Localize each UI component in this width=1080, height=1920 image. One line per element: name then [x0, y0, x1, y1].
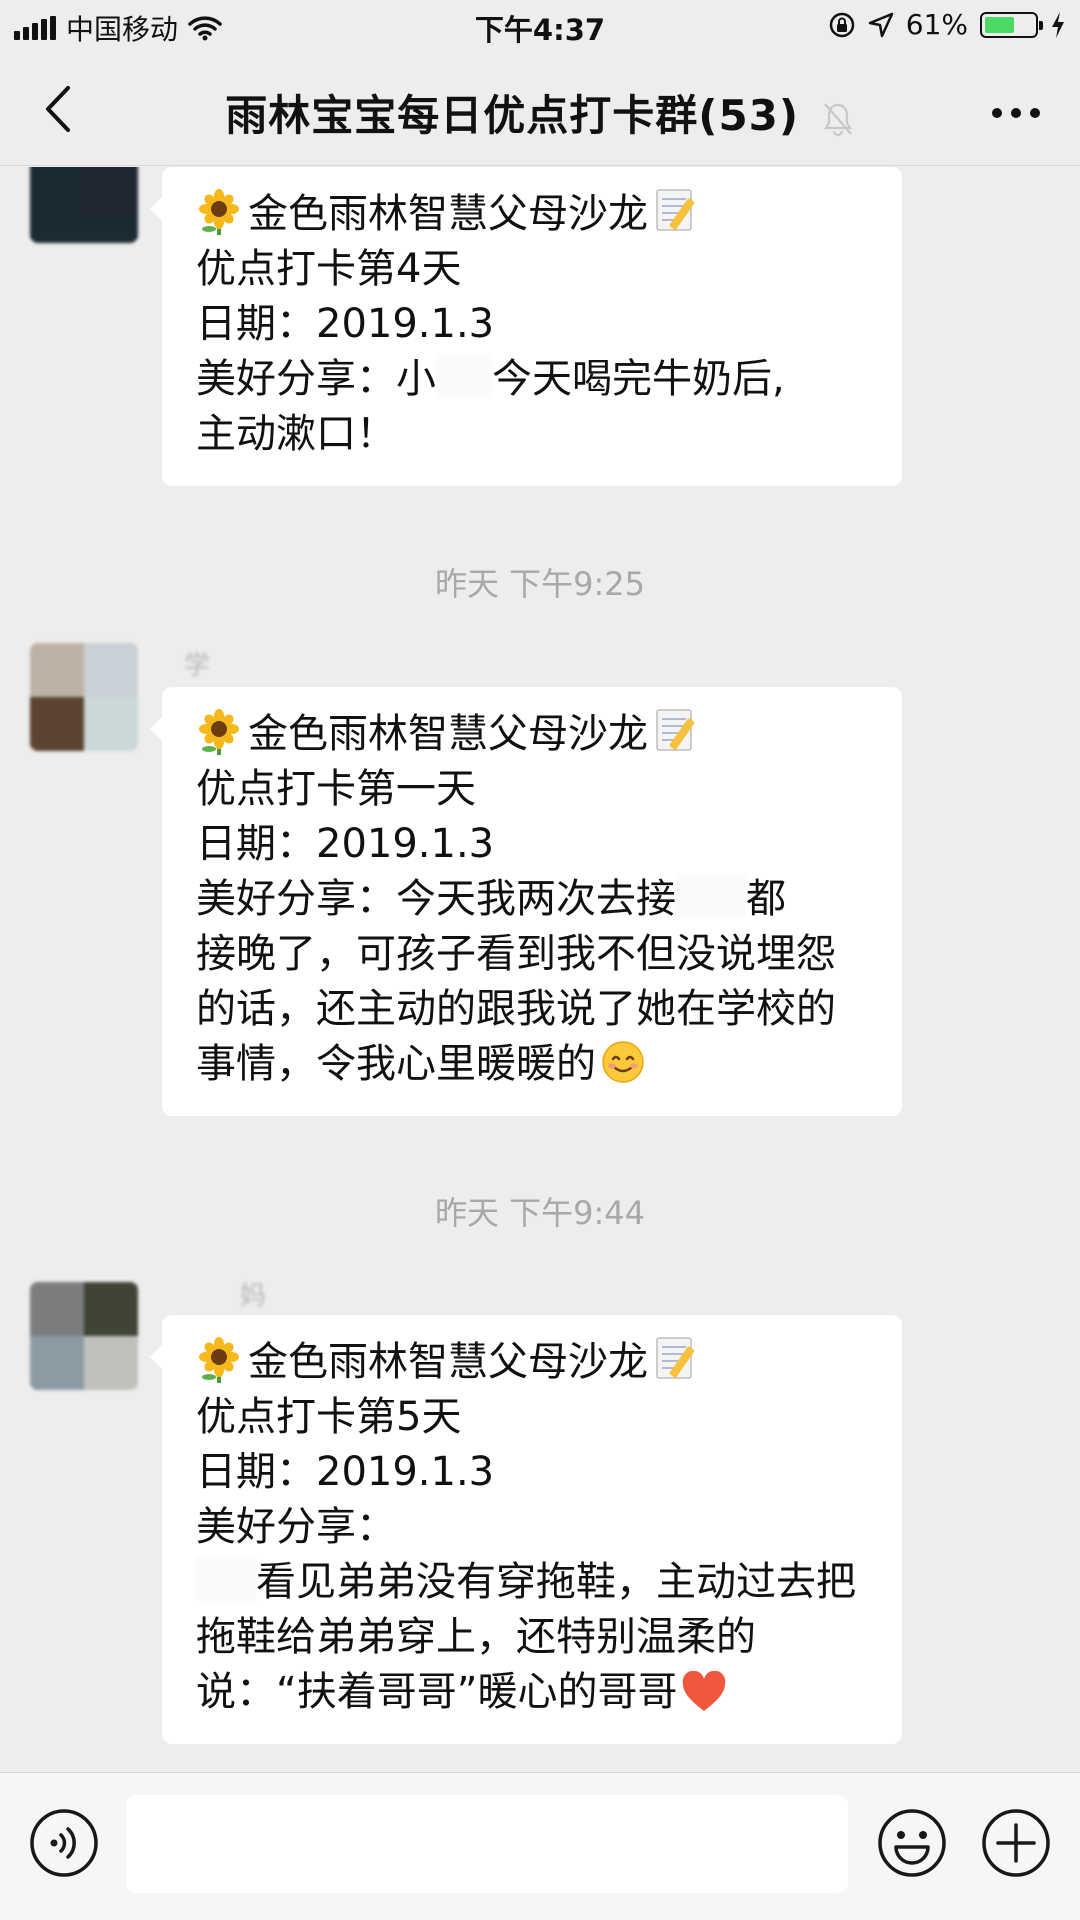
message-share-body: 看见弟弟没有穿拖鞋，主动过去把拖鞋给弟弟穿上，还特别温柔的说：“扶着哥哥”暖心的… [196, 1555, 874, 1720]
input-bar [0, 1772, 1080, 1920]
message-list[interactable]: 金色雨林智慧父母沙龙 优点打卡第4天 日期：2019.1.3 美好分享：小 今天喝… [0, 167, 1080, 1772]
redacted-name [196, 1557, 256, 1601]
battery-icon [980, 11, 1043, 38]
message-share-text: 美好分享：今天我两次去接 [196, 876, 676, 922]
message-share-end: 主动漱口！ [196, 411, 396, 457]
message-header-text: 金色雨林智慧父母沙龙 [248, 1339, 648, 1385]
chat-header: 雨林宝宝每日优点打卡群(53) [0, 52, 1080, 166]
plus-icon[interactable] [980, 1807, 1052, 1879]
avatar[interactable] [30, 643, 138, 751]
emoji-icon[interactable] [876, 1807, 948, 1879]
memo-icon [656, 1337, 695, 1379]
sender-name: 学 [184, 651, 211, 681]
memo-icon [656, 709, 695, 751]
timestamp: 昨天 下午9:25 [434, 565, 646, 603]
redacted-name [676, 874, 746, 918]
avatar[interactable] [30, 167, 138, 243]
message-header-text: 金色雨林智慧父母沙龙 [248, 191, 648, 237]
message-header: 金色雨林智慧父母沙龙 [196, 1335, 874, 1390]
message-share-text: 都 [746, 876, 786, 922]
redacted-name [436, 354, 492, 398]
message-bubble[interactable]: 金色雨林智慧父母沙龙 优点打卡第4天 日期：2019.1.3 美好分享：小 今天喝… [150, 167, 902, 486]
sunflower-icon [199, 189, 239, 235]
more-icon[interactable] [992, 108, 1040, 118]
message-day: 优点打卡第5天 [196, 1394, 462, 1440]
timestamp: 昨天 下午9:44 [434, 1194, 646, 1232]
message-share-line: 美好分享：今天我两次去接 都 [196, 872, 874, 927]
message-share-text: 今天喝完牛奶后, [492, 356, 785, 402]
memo-icon [656, 189, 695, 231]
sunflower-icon [199, 709, 239, 755]
orientation-lock-icon [829, 12, 855, 37]
message-share-body: 接晚了，可孩子看到我不但没说埋怨的话，还主动的跟我说了她在学校的事情，令我心里暖… [196, 927, 874, 1092]
bell-muted-icon [823, 102, 852, 136]
message-date: 日期：2019.1.3 [196, 821, 495, 867]
charging-icon [1052, 11, 1064, 38]
message-share-label: 美好分享： [196, 1504, 396, 1550]
smiling-face-icon [602, 1041, 644, 1083]
message-header: 金色雨林智慧父母沙龙 [196, 187, 874, 242]
message-share-text: 看见弟弟没有穿拖鞋，主动过去把拖鞋给弟弟穿上，还特别温柔的说：“扶着哥哥”暖心的… [196, 1559, 856, 1715]
chat-title: 雨林宝宝每日优点打卡群(53) [0, 82, 1080, 143]
message-bubble[interactable]: 金色雨林智慧父母沙龙 优点打卡第5天 日期：2019.1.3 美好分享： 看见弟… [150, 1315, 902, 1744]
chat-title-text: 雨林宝宝每日优点打卡群(53) [225, 91, 800, 140]
message-share-text: 美好分享：小 [196, 356, 436, 402]
message-date: 日期：2019.1.3 [196, 301, 495, 347]
message-input[interactable] [126, 1795, 848, 1893]
message-header: 金色雨林智慧父母沙龙 [196, 707, 874, 762]
message-bubble[interactable]: 金色雨林智慧父母沙龙 优点打卡第一天 日期：2019.1.3 美好分享：今天我两… [150, 687, 902, 1116]
location-icon [868, 12, 894, 37]
message-day: 优点打卡第4天 [196, 246, 462, 292]
avatar[interactable] [30, 1282, 138, 1390]
message-date: 日期：2019.1.3 [196, 1449, 495, 1495]
sunflower-icon [199, 1337, 239, 1383]
battery-percent: 61% [905, 8, 968, 41]
message-share-text: 接晚了，可孩子看到我不但没说埋怨的话，还主动的跟我说了她在学校的事情，令我心里暖… [196, 931, 836, 1087]
red-heart-icon [683, 1671, 726, 1711]
status-bar: 中国移动 下午4:37 61% [0, 0, 1080, 52]
message-share-line: 美好分享：小 今天喝完牛奶后, [196, 352, 874, 407]
sender-name: 妈 [240, 1281, 267, 1311]
message-header-text: 金色雨林智慧父母沙龙 [248, 711, 648, 757]
voice-icon[interactable] [28, 1807, 100, 1879]
message-day: 优点打卡第一天 [196, 766, 476, 812]
